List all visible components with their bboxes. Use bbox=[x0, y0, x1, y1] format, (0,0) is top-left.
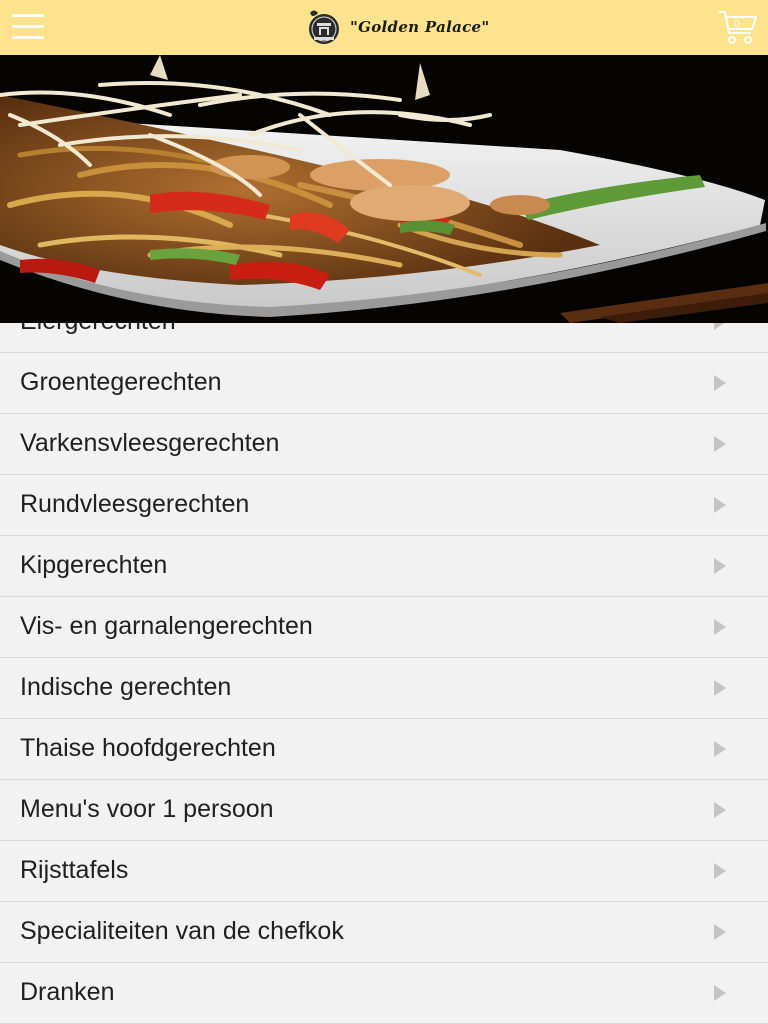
cart-count-badge: 0 bbox=[734, 19, 740, 30]
menu-category-label: Groentegerechten bbox=[20, 368, 222, 396]
restaurant-name: "Golden Palace" bbox=[350, 18, 490, 36]
menu-category-item[interactable]: Indische gerechten bbox=[0, 658, 768, 719]
menu-category-item[interactable]: Varkensvleesgerechten bbox=[0, 414, 768, 475]
menu-category-item[interactable]: Kipgerechten bbox=[0, 536, 768, 597]
chevron-right-icon bbox=[714, 619, 726, 635]
menu-category-label: Thaise hoofdgerechten bbox=[20, 734, 276, 762]
chevron-right-icon bbox=[714, 497, 726, 513]
menu-category-item[interactable]: Thaise hoofdgerechten bbox=[0, 719, 768, 780]
chevron-right-icon bbox=[714, 985, 726, 1001]
menu-category-label: Specialiteiten van de chefkok bbox=[20, 917, 344, 945]
menu-category-label: Kipgerechten bbox=[20, 551, 168, 579]
restaurant-logo: "Golden Palace" bbox=[304, 7, 490, 47]
chevron-right-icon bbox=[714, 924, 726, 940]
menu-category-label: Rundvleesgerechten bbox=[20, 490, 250, 518]
menu-category-item[interactable]: Groentegerechten bbox=[0, 353, 768, 414]
cart-button[interactable]: 0 bbox=[718, 9, 758, 47]
menu-category-item[interactable]: Menu's voor 1 persoon bbox=[0, 780, 768, 841]
chevron-right-icon bbox=[714, 863, 726, 879]
menu-category-label: Varkensvleesgerechten bbox=[20, 429, 280, 457]
hamburger-menu-icon[interactable] bbox=[12, 14, 44, 40]
menu-category-item[interactable]: Rundvleesgerechten bbox=[0, 475, 768, 536]
stir-fry-noodles-photo bbox=[0, 55, 768, 323]
logo-emblem-icon bbox=[309, 10, 339, 44]
chevron-right-icon bbox=[714, 436, 726, 452]
menu-category-item[interactable]: Specialiteiten van de chefkok bbox=[0, 902, 768, 963]
menu-category-item[interactable]: Rijsttafels bbox=[0, 841, 768, 902]
menu-category-label: Dranken bbox=[20, 978, 115, 1006]
app-header: "Golden Palace" 0 bbox=[0, 0, 768, 55]
menu-category-item[interactable]: Dranken bbox=[0, 963, 768, 1024]
chevron-right-icon bbox=[714, 375, 726, 391]
chevron-right-icon bbox=[714, 802, 726, 818]
chevron-right-icon bbox=[714, 680, 726, 696]
chevron-right-icon bbox=[714, 741, 726, 757]
menu-category-label: Vis- en garnalengerechten bbox=[20, 612, 313, 640]
menu-category-label: Menu's voor 1 persoon bbox=[20, 795, 274, 823]
menu-category-label: Indische gerechten bbox=[20, 673, 232, 701]
chevron-right-icon bbox=[714, 558, 726, 574]
hero-banner-image bbox=[0, 55, 768, 323]
menu-category-list: EiergerechtenGroentegerechtenVarkensvlee… bbox=[0, 292, 768, 1024]
menu-category-item[interactable]: Vis- en garnalengerechten bbox=[0, 597, 768, 658]
menu-category-label: Rijsttafels bbox=[20, 856, 129, 884]
